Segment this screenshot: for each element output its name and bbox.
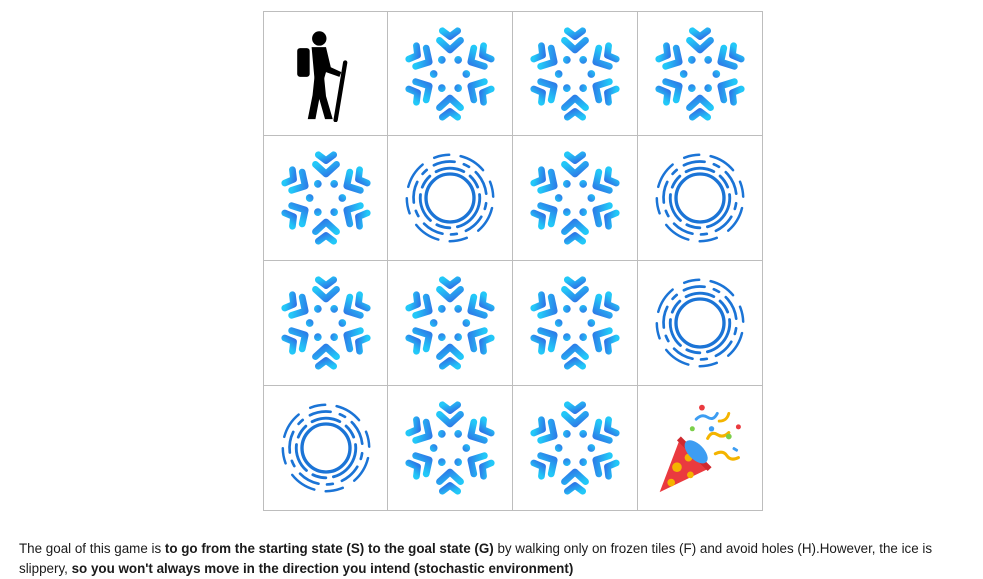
grid-tile [388,136,513,261]
grid-tile [513,386,638,511]
grid-tile [638,136,763,261]
grid-tile [263,11,388,136]
caption-stochastic-emphasis: so you won't always move in the directio… [71,561,574,577]
grid-tile [638,261,763,386]
snowflake-icon [527,26,623,122]
hole-icon [652,275,748,371]
hole-icon [278,400,374,496]
grid-tile [388,11,513,136]
grid-tile [388,261,513,386]
snowflake-icon [402,400,498,496]
snowflake-icon [402,275,498,371]
snowflake-icon [527,400,623,496]
frozen-lake-grid [263,11,763,511]
party-popper-icon [652,400,748,496]
grid-tile [263,386,388,511]
snowflake-icon [402,26,498,122]
caption-text-1: The goal of this game is [19,541,165,557]
grid-tile [638,386,763,511]
grid-tile [388,386,513,511]
grid-tile [263,261,388,386]
grid-tile [263,136,388,261]
grid-tile [513,136,638,261]
snowflake-icon [278,150,374,246]
hole-icon [402,150,498,246]
snowflake-icon [527,150,623,246]
grid-tile [638,11,763,136]
caption-goal-emphasis: to go from the starting state (S) to the… [164,541,494,557]
hole-icon [652,150,748,246]
grid-tile [513,261,638,386]
snowflake-icon [652,26,748,122]
snowflake-icon [278,275,374,371]
snowflake-icon [527,275,623,371]
hiker-icon [278,26,374,122]
grid-tile [513,11,638,136]
game-description: The goal of this game is to go from the … [19,539,979,579]
